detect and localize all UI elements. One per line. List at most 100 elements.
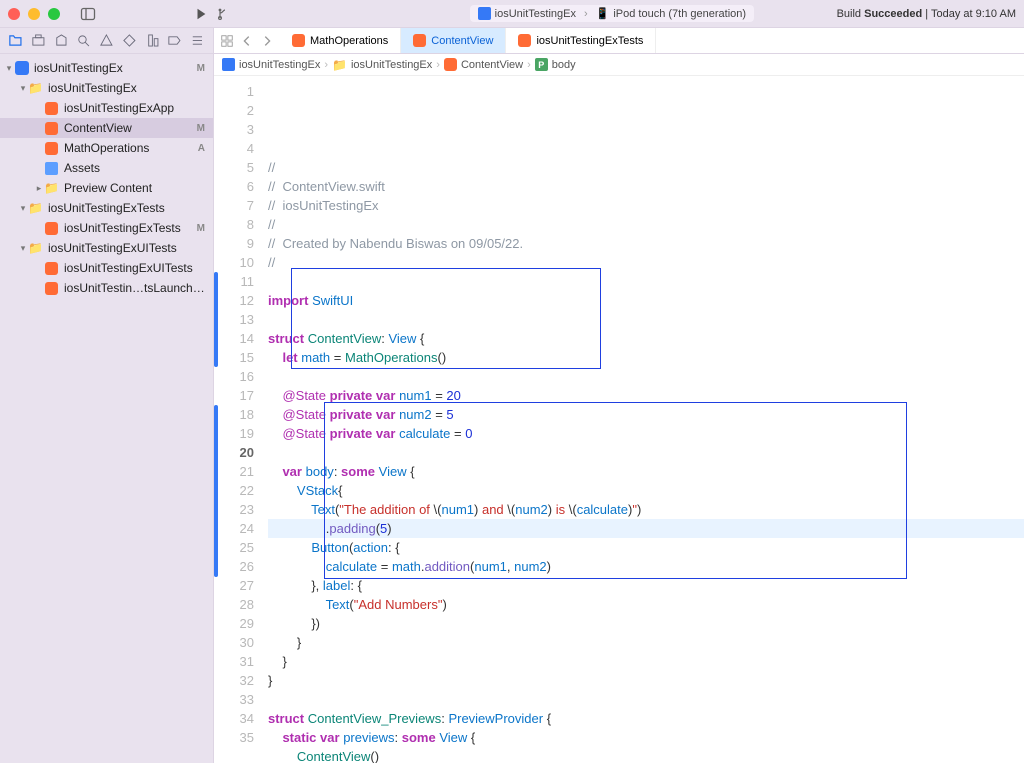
breakpoint-navigator-icon[interactable]	[167, 33, 182, 48]
breadcrumb-item[interactable]: body	[552, 59, 576, 71]
code-line[interactable]	[268, 272, 1024, 291]
swift-icon	[413, 34, 426, 47]
test-navigator-icon[interactable]	[122, 33, 137, 48]
code-line[interactable]: .padding(5)	[268, 519, 1024, 538]
project-icon	[222, 58, 235, 71]
code-line[interactable]: static var previews: some View {	[268, 728, 1024, 747]
code-line[interactable]: ContentView()	[268, 747, 1024, 763]
code-line[interactable]: // iosUnitTestingEx	[268, 196, 1024, 215]
device-icon: 📱	[596, 7, 610, 20]
code-line[interactable]: }	[268, 652, 1024, 671]
code-line[interactable]: //	[268, 253, 1024, 272]
minimize-window-icon[interactable]	[28, 8, 40, 20]
titlebar: iosUnitTestingEx main iosUnitTestingEx ›…	[0, 0, 1024, 28]
swift-icon	[45, 142, 58, 155]
symbol-navigator-icon[interactable]	[54, 33, 69, 48]
back-icon[interactable]	[240, 34, 254, 48]
code-line[interactable]: //	[268, 158, 1024, 177]
scm-badge: M	[197, 223, 205, 234]
editor-tab[interactable]: MathOperations	[280, 28, 401, 53]
code-line[interactable]	[268, 690, 1024, 709]
tree-row[interactable]: ▸📁 Preview Content	[0, 178, 213, 198]
scm-badge: M	[197, 63, 205, 74]
forward-icon[interactable]	[260, 34, 274, 48]
disclosure-icon[interactable]: ▸	[34, 183, 44, 194]
swift-icon	[45, 222, 58, 235]
code-line[interactable]: //	[268, 215, 1024, 234]
code-line[interactable]: import SwiftUI	[268, 291, 1024, 310]
disclosure-icon[interactable]: ▾	[4, 63, 14, 74]
code-line[interactable]	[268, 310, 1024, 329]
tree-label: iosUnitTestingExUITests	[48, 241, 205, 255]
line-gutter[interactable]: 1234567891011121314151617181920212223242…	[214, 76, 264, 763]
code-line[interactable]: }	[268, 671, 1024, 690]
tree-row[interactable]: iosUnitTestin…tsLaunchTests	[0, 278, 213, 298]
tab-label: ContentView	[431, 35, 493, 47]
target-app: iosUnitTestingEx	[495, 8, 576, 20]
tree-row[interactable]: ▾📁iosUnitTestingEx	[0, 78, 213, 98]
code-line[interactable]: var body: some View {	[268, 462, 1024, 481]
change-bar	[214, 405, 218, 577]
property-icon: P	[535, 58, 548, 71]
run-destination[interactable]: iosUnitTestingEx › 📱 iPod touch (7th gen…	[470, 5, 754, 22]
related-items-icon[interactable]	[220, 34, 234, 48]
code-line[interactable]: })	[268, 614, 1024, 633]
tree-label: iosUnitTestingExTests	[48, 201, 205, 215]
code-line[interactable]: @State private var calculate = 0	[268, 424, 1024, 443]
breadcrumb-item[interactable]: iosUnitTestingEx	[239, 59, 320, 71]
code-line[interactable]: calculate = math.addition(num1, num2)	[268, 557, 1024, 576]
project-navigator-icon[interactable]	[8, 33, 23, 48]
disclosure-icon[interactable]: ▾	[18, 243, 28, 254]
close-window-icon[interactable]	[8, 8, 20, 20]
tree-row[interactable]: ContentViewM	[0, 118, 213, 138]
code-line[interactable]	[268, 443, 1024, 462]
tree-row[interactable]: iosUnitTestingExApp	[0, 98, 213, 118]
tree-row[interactable]: iosUnitTestingExTestsM	[0, 218, 213, 238]
code-line[interactable]: Text("Add Numbers")	[268, 595, 1024, 614]
code-line[interactable]	[268, 367, 1024, 386]
breadcrumb-item[interactable]: ContentView	[461, 59, 523, 71]
code-line[interactable]: }, label: {	[268, 576, 1024, 595]
code-line[interactable]: @State private var num1 = 20	[268, 386, 1024, 405]
debug-navigator-icon[interactable]	[145, 33, 160, 48]
report-navigator-icon[interactable]	[190, 33, 205, 48]
zoom-window-icon[interactable]	[48, 8, 60, 20]
tree-row[interactable]: ▾📁iosUnitTestingExUITests	[0, 238, 213, 258]
code-line[interactable]: // ContentView.swift	[268, 177, 1024, 196]
code-line[interactable]: let math = MathOperations()	[268, 348, 1024, 367]
folder-icon: 📁	[332, 58, 347, 72]
tree-label: MathOperations	[64, 141, 198, 155]
issue-navigator-icon[interactable]	[99, 33, 114, 48]
tree-row[interactable]: ▾iosUnitTestingExM	[0, 58, 213, 78]
project-icon	[15, 61, 29, 75]
breadcrumb-item[interactable]: iosUnitTestingEx	[351, 59, 432, 71]
editor-tab[interactable]: iosUnitTestingExTests	[506, 28, 656, 53]
code-editor[interactable]: //// ContentView.swift// iosUnitTestingE…	[264, 76, 1024, 763]
code-line[interactable]: Button(action: {	[268, 538, 1024, 557]
code-line[interactable]: @State private var num2 = 5	[268, 405, 1024, 424]
tree-label: Assets	[64, 161, 205, 175]
code-line[interactable]: struct ContentView_Previews: PreviewProv…	[268, 709, 1024, 728]
swift-icon	[444, 58, 457, 71]
find-navigator-icon[interactable]	[76, 33, 91, 48]
tree-label: Preview Content	[64, 181, 205, 195]
tree-row[interactable]: iosUnitTestingExUITests	[0, 258, 213, 278]
change-bar	[214, 272, 218, 367]
editor-tab[interactable]: ContentView	[401, 28, 506, 53]
sidebar-toggle-icon[interactable]	[78, 4, 98, 24]
tree-row[interactable]: Assets	[0, 158, 213, 178]
tree-row[interactable]: MathOperationsA	[0, 138, 213, 158]
source-control-navigator-icon[interactable]	[31, 33, 46, 48]
disclosure-icon[interactable]: ▾	[18, 83, 28, 94]
folder-icon: 📁	[44, 181, 59, 195]
disclosure-icon[interactable]: ▾	[18, 203, 28, 214]
code-line[interactable]: }	[268, 633, 1024, 652]
jump-bar[interactable]: iosUnitTestingEx › 📁 iosUnitTestingEx › …	[214, 54, 1024, 76]
code-line[interactable]: VStack{	[268, 481, 1024, 500]
tree-row[interactable]: ▾📁iosUnitTestingExTests	[0, 198, 213, 218]
run-button[interactable]	[191, 4, 211, 24]
code-line[interactable]: struct ContentView: View {	[268, 329, 1024, 348]
code-line[interactable]: // Created by Nabendu Biswas on 09/05/22…	[268, 234, 1024, 253]
scm-badge: A	[198, 143, 205, 154]
code-line[interactable]: Text("The addition of \(num1) and \(num2…	[268, 500, 1024, 519]
